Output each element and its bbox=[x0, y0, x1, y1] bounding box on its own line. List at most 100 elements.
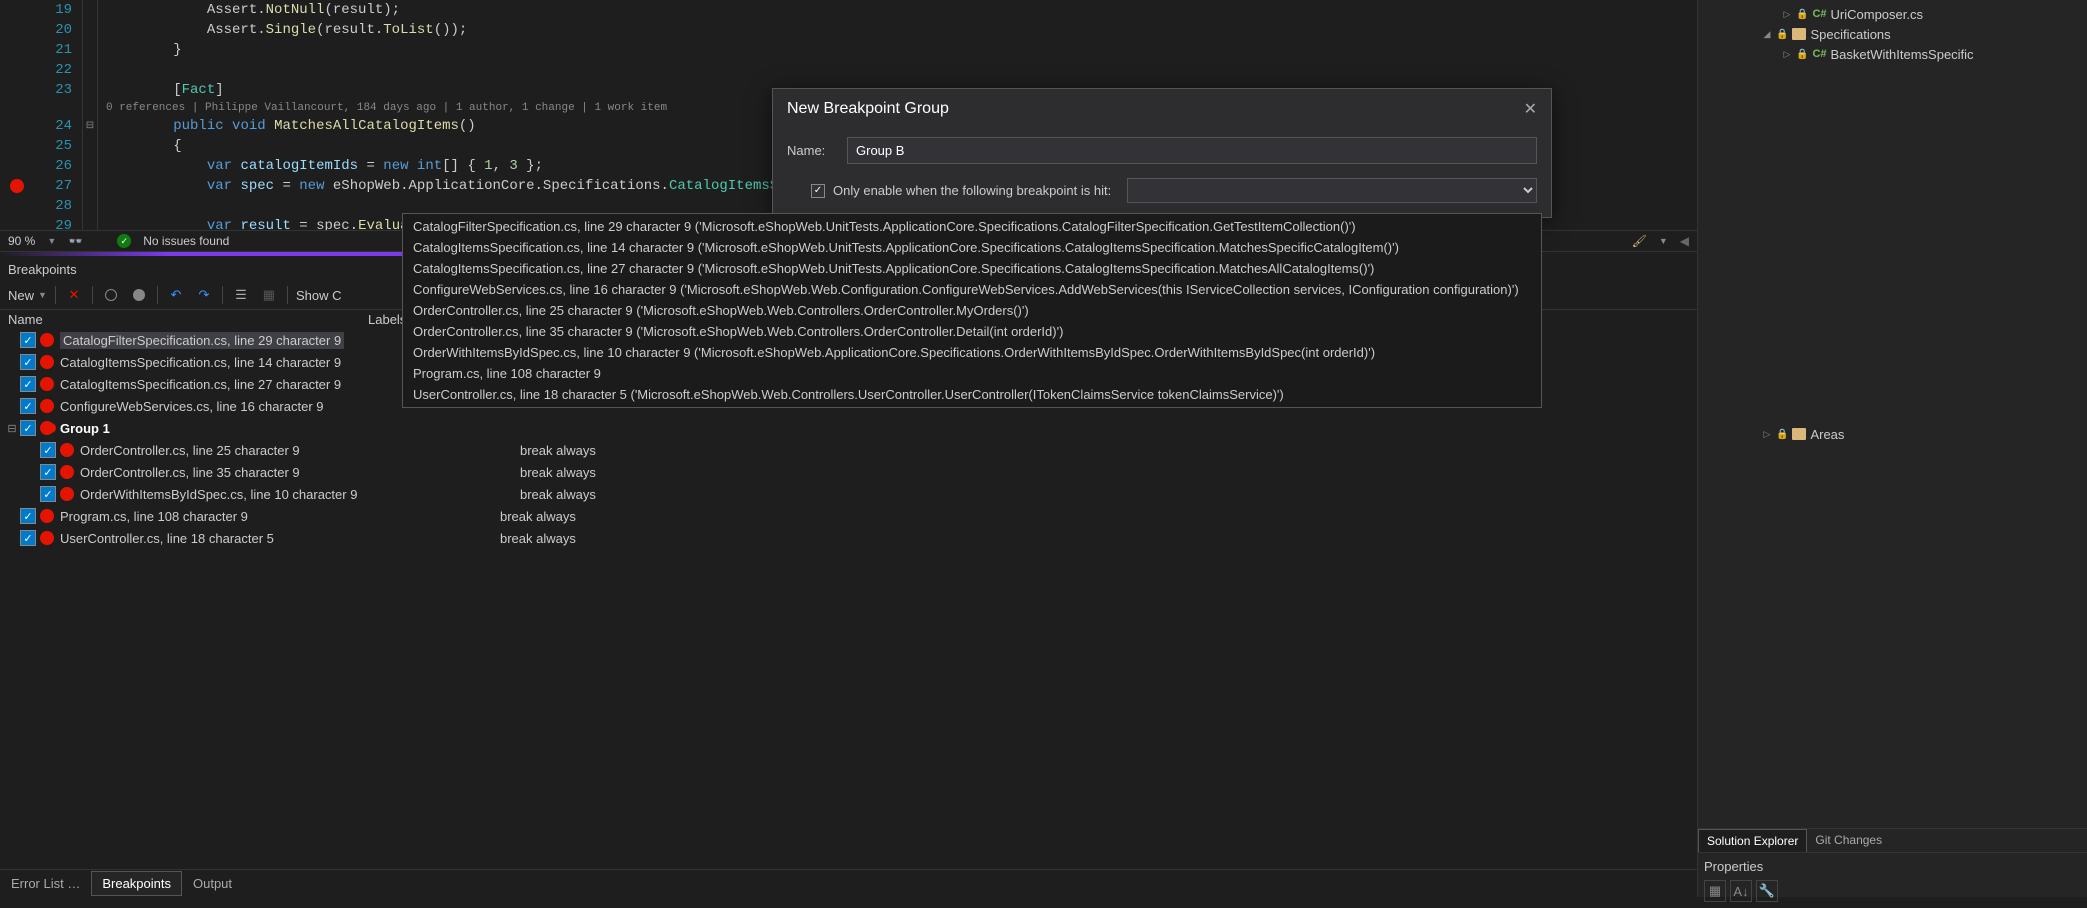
csharp-icon: C# bbox=[1812, 48, 1826, 60]
scroll-left-icon[interactable]: ◀ bbox=[1680, 234, 1689, 248]
code-line[interactable]: Assert.Single(result.ToList()); bbox=[106, 20, 1697, 40]
dropdown-option[interactable]: OrderController.cs, line 25 character 9 … bbox=[403, 300, 1541, 321]
issues-text: No issues found bbox=[143, 234, 229, 248]
delete-icon[interactable]: ✕ bbox=[64, 285, 84, 305]
tree-item[interactable]: ◢🔒Specifications bbox=[1702, 24, 2083, 44]
col-name[interactable]: Name bbox=[8, 312, 368, 327]
breakpoint-label: CatalogFilterSpecification.cs, line 29 c… bbox=[60, 333, 440, 348]
breakpoint-label: OrderController.cs, line 25 character 9 bbox=[80, 443, 460, 458]
brush-icon[interactable]: 🖌 bbox=[1632, 234, 1647, 248]
group-name-input[interactable] bbox=[847, 137, 1537, 164]
enable-checkbox[interactable]: ✓ bbox=[811, 184, 825, 198]
code-line[interactable] bbox=[106, 60, 1697, 80]
dropdown-option[interactable]: OrderController.cs, line 35 character 9 … bbox=[403, 321, 1541, 342]
breakpoint-dropdown-list[interactable]: CatalogFilterSpecification.cs, line 29 c… bbox=[402, 213, 1542, 408]
expand-icon[interactable]: ▷ bbox=[1762, 429, 1772, 440]
categorize-icon[interactable]: ▦ bbox=[1704, 880, 1726, 902]
dropdown-option[interactable]: Program.cs, line 108 character 9 bbox=[403, 363, 1541, 384]
dropdown-option[interactable]: CatalogItemsSpecification.cs, line 14 ch… bbox=[403, 237, 1541, 258]
dropdown-option[interactable]: UserController.cs, line 18 character 5 (… bbox=[403, 384, 1541, 405]
sort-icon[interactable]: A↓ bbox=[1730, 880, 1752, 902]
code-line[interactable]: Assert.NotNull(result); bbox=[106, 0, 1697, 20]
breakpoint-icon[interactable] bbox=[10, 179, 24, 193]
checkbox[interactable]: ✓ bbox=[20, 420, 36, 436]
breakpoint-label: Group 1 bbox=[60, 421, 440, 436]
solution-tree[interactable]: ▷🔒C#UriComposer.cs◢🔒Specifications▷🔒C#Ba… bbox=[1698, 0, 2087, 448]
tab-error-list-[interactable]: Error List … bbox=[0, 871, 91, 896]
undo-icon[interactable]: ↶ bbox=[166, 285, 186, 305]
tree-item[interactable]: ▷🔒Areas bbox=[1702, 424, 2083, 444]
tab-output[interactable]: Output bbox=[182, 871, 243, 896]
tree-label: Specifications bbox=[1810, 27, 1890, 42]
zoom-level[interactable]: 90 % bbox=[8, 234, 35, 248]
breakpoint-label: CatalogItemsSpecification.cs, line 27 ch… bbox=[60, 377, 440, 392]
enable-label: Only enable when the following breakpoin… bbox=[833, 183, 1111, 198]
columns-icon[interactable]: ▦ bbox=[259, 285, 279, 305]
name-label: Name: bbox=[787, 143, 837, 158]
new-breakpoint-group-dialog: New Breakpoint Group ✕ Name: ✓ Only enab… bbox=[772, 88, 1552, 218]
breakpoint-row[interactable]: ✓ OrderController.cs, line 25 character 9… bbox=[0, 439, 1697, 461]
tab-breakpoints[interactable]: Breakpoints bbox=[91, 871, 182, 896]
breakpoint-label: OrderController.cs, line 35 character 9 bbox=[80, 465, 460, 480]
chevron-down-icon[interactable]: ▼ bbox=[1659, 236, 1668, 246]
line-numbers: 192021222324252627282930 bbox=[34, 0, 82, 245]
expand-icon[interactable]: ▷ bbox=[1782, 49, 1792, 60]
disable-all-icon[interactable] bbox=[101, 285, 121, 305]
checkbox[interactable]: ✓ bbox=[20, 530, 36, 546]
fold-column[interactable]: ⊟ bbox=[82, 0, 98, 245]
breakpoint-dropdown[interactable] bbox=[1127, 178, 1537, 203]
breakpoint-icon bbox=[40, 531, 54, 545]
breakpoint-margin[interactable] bbox=[0, 0, 34, 245]
breakpoint-icon bbox=[40, 377, 54, 391]
checkbox[interactable]: ✓ bbox=[20, 332, 36, 348]
expand-icon[interactable]: ◢ bbox=[1762, 29, 1772, 40]
breakpoint-row[interactable]: ✓Program.cs, line 108 character 9break a… bbox=[0, 505, 1697, 527]
checkbox[interactable]: ✓ bbox=[20, 354, 36, 370]
expand-icon[interactable]: ▷ bbox=[1782, 9, 1792, 20]
lock-icon: 🔒 bbox=[1776, 429, 1788, 440]
checkbox[interactable]: ✓ bbox=[20, 508, 36, 524]
tree-item[interactable]: ▷🔒C#BasketWithItemsSpecific bbox=[1702, 44, 2083, 64]
dropdown-option[interactable]: CatalogItemsSpecification.cs, line 27 ch… bbox=[403, 258, 1541, 279]
glasses-icon[interactable]: 👓 bbox=[68, 234, 83, 248]
chevron-down-icon[interactable]: ▼ bbox=[47, 236, 56, 246]
ok-icon: ✓ bbox=[117, 234, 131, 248]
breakpoint-row[interactable]: ✓ UserController.cs, line 18 character 5 b… bbox=[0, 527, 1697, 549]
wrench-icon[interactable]: 🔧 bbox=[1756, 880, 1778, 902]
breakpoint-icon bbox=[60, 443, 74, 457]
tab-git-changes[interactable]: Git Changes bbox=[1807, 829, 1890, 852]
tree-item[interactable]: ▷🔒C#UriComposer.cs bbox=[1702, 4, 2083, 24]
checkbox[interactable]: ✓ bbox=[40, 464, 56, 480]
folder-icon bbox=[1792, 428, 1806, 440]
breakpoint-row[interactable]: ✓ OrderWithItemsByIdSpec.cs, line 10 char… bbox=[0, 483, 1697, 505]
breakpoint-icon bbox=[40, 421, 54, 435]
breakpoint-label: OrderWithItemsByIdSpec.cs, line 10 chara… bbox=[80, 487, 460, 502]
dropdown-option[interactable]: CatalogFilterSpecification.cs, line 29 c… bbox=[403, 216, 1541, 237]
checkbox[interactable]: ✓ bbox=[40, 486, 56, 502]
dropdown-option[interactable]: OrderWithItemsByIdSpec.cs, line 10 chara… bbox=[403, 342, 1541, 363]
close-icon[interactable]: ✕ bbox=[1524, 99, 1537, 119]
new-breakpoint-button[interactable]: New▼ bbox=[8, 288, 47, 303]
show-columns-label[interactable]: Show C bbox=[296, 288, 342, 303]
checkbox[interactable]: ✓ bbox=[20, 398, 36, 414]
filter-icon[interactable]: ☰ bbox=[231, 285, 251, 305]
code-line[interactable]: } bbox=[106, 40, 1697, 60]
enable-all-icon[interactable] bbox=[129, 285, 149, 305]
tab-solution-explorer[interactable]: Solution Explorer bbox=[1698, 829, 1807, 852]
breakpoint-label: CatalogItemsSpecification.cs, line 14 ch… bbox=[60, 355, 440, 370]
dropdown-option[interactable]: ConfigureWebServices.cs, line 16 charact… bbox=[403, 279, 1541, 300]
condition-label: break always bbox=[500, 531, 576, 546]
breakpoint-icon bbox=[60, 487, 74, 501]
breakpoint-icon bbox=[40, 333, 54, 347]
properties-title: Properties bbox=[1704, 859, 2081, 874]
breakpoint-label: UserController.cs, line 18 character 5 bbox=[60, 531, 440, 546]
breakpoint-group-row[interactable]: ⊟✓Group 1 bbox=[0, 417, 1697, 439]
csharp-icon: C# bbox=[1812, 8, 1826, 20]
breakpoint-row[interactable]: ✓ OrderController.cs, line 35 character 9… bbox=[0, 461, 1697, 483]
checkbox[interactable]: ✓ bbox=[40, 442, 56, 458]
condition-label: break always bbox=[500, 509, 576, 524]
breakpoint-icon bbox=[40, 355, 54, 369]
checkbox[interactable]: ✓ bbox=[20, 376, 36, 392]
redo-icon[interactable]: ↷ bbox=[194, 285, 214, 305]
breakpoint-label: ConfigureWebServices.cs, line 16 charact… bbox=[60, 399, 440, 414]
